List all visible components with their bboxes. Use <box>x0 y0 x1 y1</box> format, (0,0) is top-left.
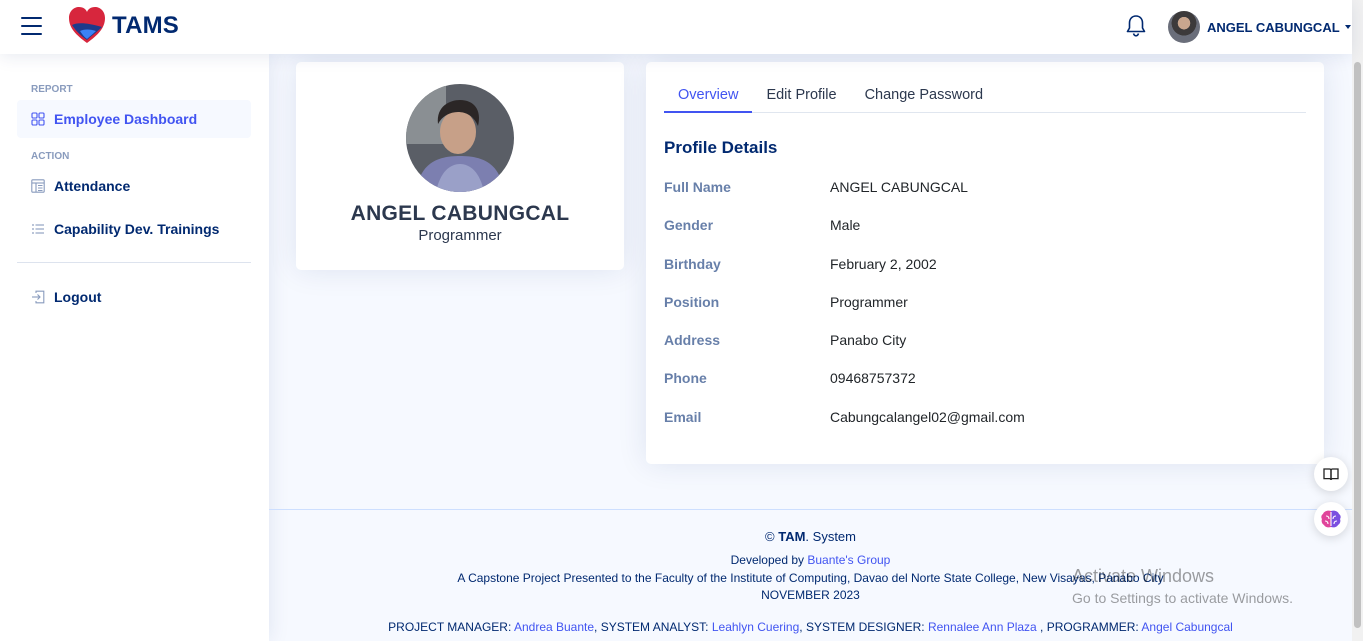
sidebar-divider <box>17 262 251 263</box>
bell-icon[interactable] <box>1125 14 1147 38</box>
credit-separator: , <box>1036 620 1047 634</box>
detail-label: Phone <box>664 370 707 386</box>
watermark-line2: Go to Settings to activate Windows. <box>1072 590 1293 606</box>
developed-by-prefix: Developed by <box>730 553 808 567</box>
nav-heading-report: REPORT <box>31 84 73 95</box>
detail-value: February 2, 2002 <box>830 256 937 272</box>
heart-logo-icon <box>69 7 105 43</box>
detail-label: Position <box>664 294 720 310</box>
caret-down-icon <box>1344 25 1351 29</box>
book-icon <box>1323 468 1339 481</box>
avatar <box>1168 11 1200 43</box>
menu-toggle-icon[interactable] <box>21 17 42 35</box>
detail-value: Cabungcalangel02@gmail.com <box>830 409 1025 425</box>
detail-row-email: Email Cabungcalangel02@gmail.com <box>664 409 1304 429</box>
credit-role: SYSTEM DESIGNER: <box>805 620 928 634</box>
developer-link[interactable]: Buante's Group <box>807 553 890 567</box>
credit-name-link[interactable]: Angel Cabungcal <box>1141 620 1232 634</box>
detail-row-address: Address Panabo City <box>664 332 1304 352</box>
sidebar-item-attendance[interactable]: Attendance <box>17 167 251 205</box>
credit-name-link[interactable]: Leahlyn Cuering <box>712 620 799 634</box>
app-logo[interactable]: TAMS <box>68 5 179 47</box>
detail-value: Programmer <box>830 294 908 310</box>
detail-label: Birthday <box>664 256 721 272</box>
detail-value: Panabo City <box>830 332 907 348</box>
footer-credits: PROJECT MANAGER: Andrea Buante, SYSTEM A… <box>269 620 1352 634</box>
header-user-name: ANGEL CABUNGCAL <box>1207 19 1340 35</box>
sidebar-item-label: Capability Dev. Trainings <box>54 221 220 237</box>
sidebar-item-capability-trainings[interactable]: Capability Dev. Trainings <box>17 210 251 248</box>
top-header: TAMS ANGEL CABUNGCAL <box>0 0 1352 54</box>
user-menu[interactable]: ANGEL CABUNGCAL <box>1168 11 1351 43</box>
profile-card: ANGEL CABUNGCAL Programmer <box>296 62 624 270</box>
detail-row-phone: Phone 09468757372 <box>664 370 1304 390</box>
sidebar-item-employee-dashboard[interactable]: Employee Dashboard <box>17 100 251 138</box>
detail-label: Address <box>664 332 721 348</box>
detail-row-full-name: Full Name ANGEL CABUNGCAL <box>664 179 1304 199</box>
tab-change-password[interactable]: Change Password <box>851 80 998 113</box>
reader-mode-button[interactable] <box>1314 457 1348 491</box>
footer-brand-suffix: . System <box>805 529 856 544</box>
sidebar-item-label: Attendance <box>54 178 131 194</box>
credit-role: PROJECT MANAGER: <box>388 620 514 634</box>
detail-value: 09468757372 <box>830 370 916 386</box>
credit-name-link[interactable]: Andrea Buante <box>514 620 594 634</box>
section-title: Profile Details <box>664 138 778 157</box>
profile-tabs: Overview Edit Profile Change Password <box>664 80 1306 113</box>
sidebar-item-label: Employee Dashboard <box>54 111 198 127</box>
profile-avatar <box>406 84 514 192</box>
detail-row-position: Position Programmer <box>664 294 1304 314</box>
grid-icon <box>31 112 45 126</box>
page-scrollbar[interactable] <box>1352 0 1363 641</box>
detail-value: ANGEL CABUNGCAL <box>830 179 968 195</box>
copyright-symbol: © <box>765 529 775 544</box>
sidebar-item-label: Logout <box>54 289 102 305</box>
brain-icon <box>1321 510 1341 528</box>
detail-label: Email <box>664 409 702 425</box>
credit-role: SYSTEM ANALYST: <box>600 620 712 634</box>
credit-separator: , <box>799 620 806 634</box>
scrollbar-thumb[interactable] <box>1354 62 1361 628</box>
tab-edit-profile[interactable]: Edit Profile <box>752 80 850 113</box>
profile-name: ANGEL CABUNGCAL <box>350 202 570 225</box>
list-icon <box>32 224 44 234</box>
box-arrow-in-left-icon <box>32 290 45 304</box>
credit-role: PROGRAMMER: <box>1046 620 1142 634</box>
detail-row-gender: Gender Male <box>664 217 1304 237</box>
detail-row-birthday: Birthday February 2, 2002 <box>664 256 1304 276</box>
detail-label: Full Name <box>664 179 731 195</box>
detail-value: Male <box>830 217 861 233</box>
layout-text-window-icon <box>31 179 45 193</box>
sidebar-item-logout[interactable]: Logout <box>17 278 251 316</box>
sidebar: REPORT Employee Dashboard ACTION Attenda… <box>0 54 269 641</box>
profile-details-card: Overview Edit Profile Change Password Pr… <box>646 62 1324 464</box>
detail-label: Gender <box>664 217 714 233</box>
profile-role: Programmer <box>418 227 502 244</box>
watermark-line1: Activate Windows <box>1072 566 1215 586</box>
nav-heading-action: ACTION <box>31 151 70 162</box>
footer-brand: TAM <box>778 529 806 544</box>
credit-separator: , <box>594 620 601 634</box>
credit-name-link[interactable]: Rennalee Ann Plaza <box>928 620 1037 634</box>
windows-activation-watermark: Activate Windows Go to Settings to activ… <box>1072 565 1293 609</box>
logo-text: TAMS <box>112 12 180 39</box>
tab-overview[interactable]: Overview <box>664 80 753 113</box>
ai-assistant-button[interactable] <box>1314 502 1348 536</box>
footer-copyright: © TAM. System <box>269 529 1352 544</box>
